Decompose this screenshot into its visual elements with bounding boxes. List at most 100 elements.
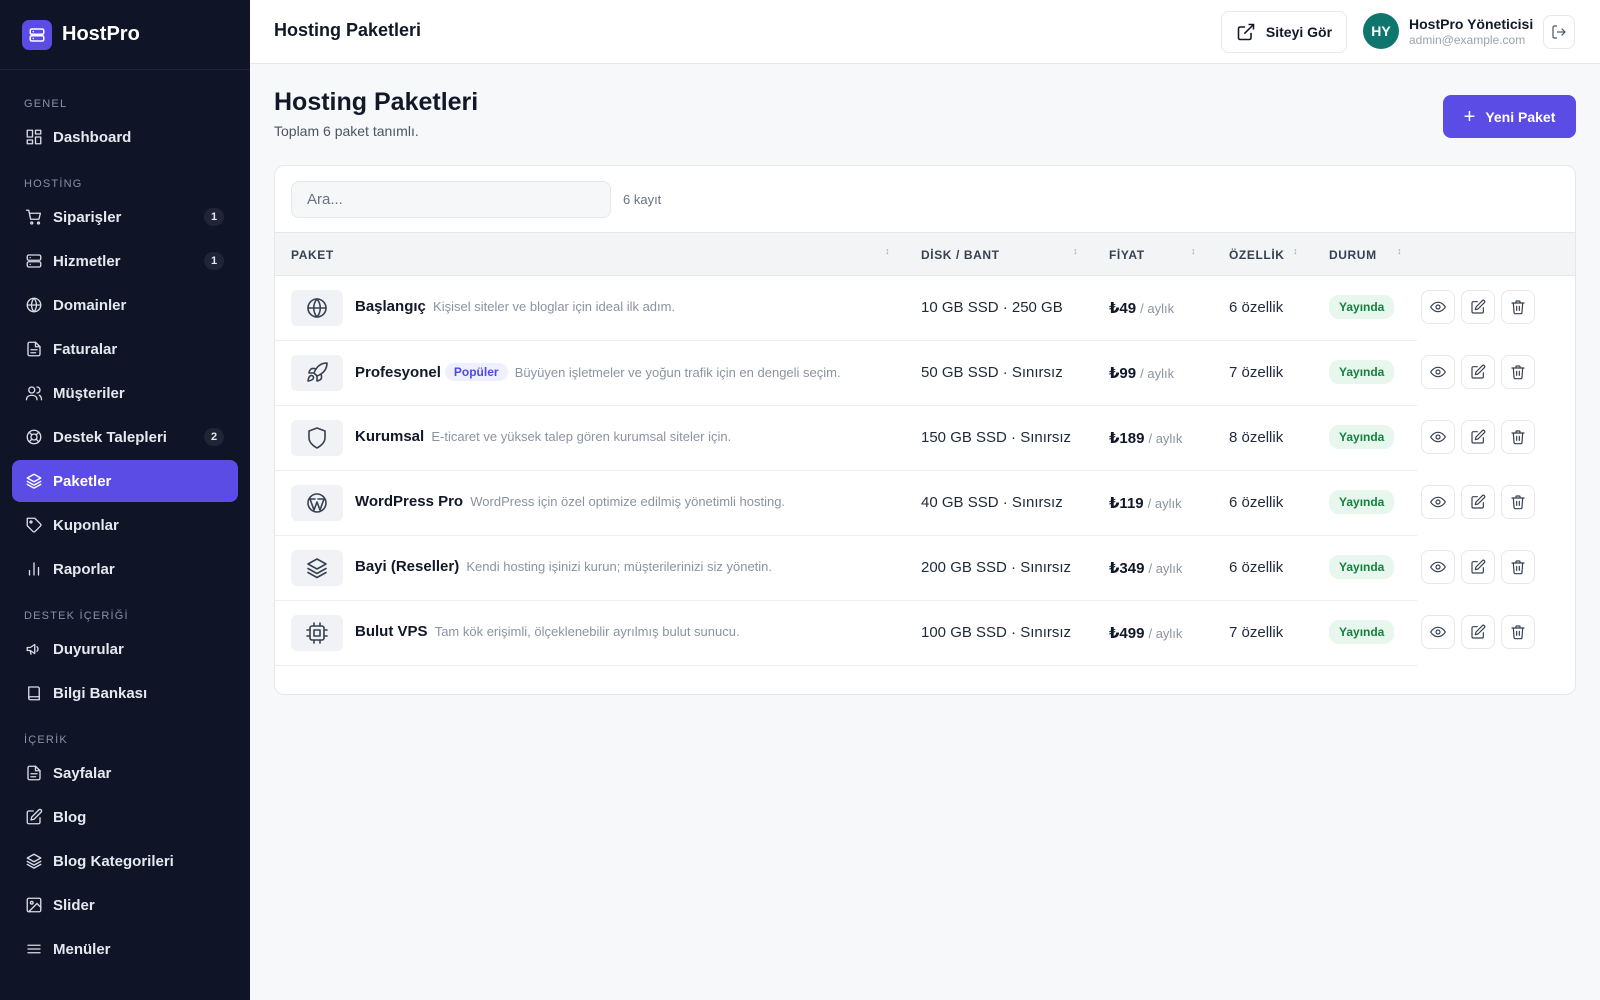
shield-icon	[291, 420, 343, 456]
plus-icon: +	[1463, 105, 1476, 128]
sidebar-item-label: Blog	[53, 808, 87, 826]
edit-button[interactable]	[1461, 485, 1495, 519]
avatar[interactable]: HY	[1363, 13, 1399, 49]
package-info: Profesyonel Popüler Büyüyen işletmeler ve…	[355, 363, 841, 381]
feature-count: 7 özellik	[1229, 364, 1284, 381]
sidebar-item-destek-talepleri[interactable]: Destek Talepleri 2	[12, 416, 238, 458]
header-ozellik[interactable]: ÖZELLİK	[1229, 248, 1285, 262]
view-site-button[interactable]: Siteyi Gör	[1221, 11, 1347, 53]
edit-button[interactable]	[1461, 420, 1495, 454]
disk-bandwidth: 50 GB SSD · Sınırsız	[921, 364, 1063, 381]
sidebar-item-bilgi-bankas[interactable]: Bilgi Bankası	[12, 672, 238, 714]
sidebar-item-paketler[interactable]: Paketler	[12, 460, 238, 502]
edit-icon	[1470, 299, 1486, 315]
logout-button[interactable]	[1543, 15, 1575, 49]
sort-icon[interactable]: ↕	[1293, 247, 1298, 256]
table-header: PAKET ↕ DİSK / BANT ↕ FİYAT ↕ ÖZELLİK ↕ …	[275, 232, 1575, 276]
trash-icon	[1510, 494, 1526, 510]
layers-icon	[291, 550, 343, 586]
view-button[interactable]	[1421, 420, 1455, 454]
package-name[interactable]: Bulut VPS	[355, 623, 428, 640]
rocket-icon	[291, 355, 343, 391]
sidebar-item-label: Menüler	[53, 940, 111, 958]
table-row[interactable]: Başlangıç Kişisel siteler ve bloglar içi…	[275, 276, 1417, 341]
view-button[interactable]	[1421, 615, 1455, 649]
cart-icon	[24, 207, 44, 227]
view-button[interactable]	[1421, 485, 1455, 519]
edit-button[interactable]	[1461, 355, 1495, 389]
delete-button[interactable]	[1501, 550, 1535, 584]
table-row[interactable]: Profesyonel Popüler Büyüyen işletmeler ve…	[275, 341, 1417, 406]
search-input[interactable]	[291, 181, 611, 218]
package-name[interactable]: Başlangıç	[355, 298, 426, 315]
sidebar-item-dashboard[interactable]: Dashboard	[12, 116, 238, 158]
edit-icon	[1470, 624, 1486, 640]
package-name[interactable]: Bayi (Reseller)	[355, 558, 459, 575]
view-button[interactable]	[1421, 290, 1455, 324]
edit-icon	[1470, 429, 1486, 445]
sidebar-item-sipari-ler[interactable]: Siparişler 1	[12, 196, 238, 238]
count-badge: 1	[204, 252, 224, 270]
header-fiyat[interactable]: FİYAT	[1109, 248, 1145, 262]
delete-button[interactable]	[1501, 615, 1535, 649]
book-icon	[24, 683, 44, 703]
nav-section-label: DESTEK İÇERİĞİ	[24, 610, 129, 622]
sort-icon[interactable]: ↕	[1191, 247, 1196, 256]
sidebar-item-label: Dashboard	[53, 128, 132, 146]
row-actions	[1417, 341, 1575, 406]
globe-icon	[291, 290, 343, 326]
table-row[interactable]: Bayi (Reseller) Kendi hosting işinizi ku…	[275, 536, 1417, 601]
layers-icon	[24, 471, 44, 491]
edit-button[interactable]	[1461, 615, 1495, 649]
table-row[interactable]: Bulut VPS Tam kök erişimli, ölçeklenebil…	[275, 601, 1417, 666]
status-badge: Yayında	[1329, 295, 1395, 319]
package-name[interactable]: Profesyonel	[355, 364, 441, 381]
header-durum[interactable]: DURUM	[1329, 248, 1377, 262]
price-amount: ₺499	[1109, 625, 1145, 642]
sidebar-item-domainler[interactable]: Domainler	[12, 284, 238, 326]
edit-button[interactable]	[1461, 290, 1495, 324]
header-disk[interactable]: DİSK / BANT	[921, 248, 1000, 262]
eye-icon	[1430, 624, 1446, 640]
eye-icon	[1430, 299, 1446, 315]
price-period: / aylık	[1148, 431, 1183, 446]
sidebar-item-hizmetler[interactable]: Hizmetler 1	[12, 240, 238, 282]
package-description: WordPress için özel optimize edilmiş yön…	[470, 494, 786, 509]
package-info: Bayi (Reseller) Kendi hosting işinizi ku…	[355, 558, 772, 575]
view-button[interactable]	[1421, 550, 1455, 584]
sort-icon[interactable]: ↕	[1397, 247, 1402, 256]
sidebar-item-label: Destek Talepleri	[53, 428, 167, 446]
sidebar-item-duyurular[interactable]: Duyurular	[12, 628, 238, 670]
price-period: / aylık	[1147, 496, 1182, 511]
package-info: Bulut VPS Tam kök erişimli, ölçeklenebil…	[355, 623, 740, 640]
delete-button[interactable]	[1501, 290, 1535, 324]
package-name[interactable]: Kurumsal	[355, 428, 424, 445]
sidebar-item-blog-kategorileri[interactable]: Blog Kategorileri	[12, 840, 238, 882]
sidebar-item-faturalar[interactable]: Faturalar	[12, 328, 238, 370]
delete-button[interactable]	[1501, 355, 1535, 389]
sidebar-item-blog[interactable]: Blog	[12, 796, 238, 838]
sidebar-item-kuponlar[interactable]: Kuponlar	[12, 504, 238, 546]
sort-icon[interactable]: ↕	[885, 247, 890, 256]
header-paket[interactable]: PAKET	[291, 248, 334, 262]
sidebar-item-sayfalar[interactable]: Sayfalar	[12, 752, 238, 794]
sidebar-item-m-teriler[interactable]: Müşteriler	[12, 372, 238, 414]
table-row[interactable]: WordPress Pro WordPress için özel optimi…	[275, 471, 1417, 536]
trash-icon	[1510, 299, 1526, 315]
edit-button[interactable]	[1461, 550, 1495, 584]
delete-button[interactable]	[1501, 485, 1535, 519]
sidebar-item-raporlar[interactable]: Raporlar	[12, 548, 238, 590]
delete-button[interactable]	[1501, 420, 1535, 454]
package-info: WordPress Pro WordPress için özel optimi…	[355, 493, 785, 510]
sidebar-item-men-ler[interactable]: Menüler	[12, 928, 238, 970]
view-button[interactable]	[1421, 355, 1455, 389]
sidebar-item-slider[interactable]: Slider	[12, 884, 238, 926]
table-row[interactable]: Kurumsal E-ticaret ve yüksek talep gören…	[275, 406, 1417, 471]
sort-icon[interactable]: ↕	[1073, 247, 1078, 256]
brand[interactable]: HostPro	[0, 0, 250, 70]
new-package-button[interactable]: + Yeni Paket	[1443, 95, 1576, 138]
grid-icon	[24, 127, 44, 147]
package-name[interactable]: WordPress Pro	[355, 493, 463, 510]
edit-icon	[1470, 559, 1486, 575]
sidebar-item-label: Müşteriler	[53, 384, 125, 402]
